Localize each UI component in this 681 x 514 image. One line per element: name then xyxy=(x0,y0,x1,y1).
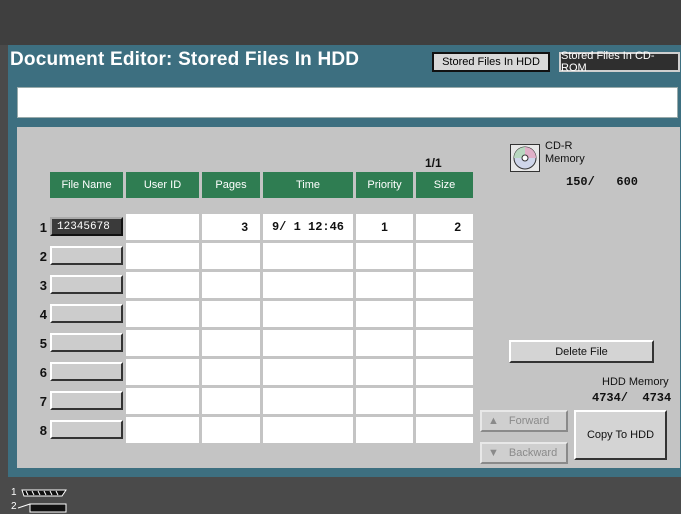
time-cell xyxy=(263,272,353,298)
time-cell xyxy=(263,359,353,385)
size-cell xyxy=(416,301,473,327)
user-id-cell xyxy=(126,301,199,327)
column-header-file-name: File Name xyxy=(50,172,123,198)
page-indicator: 1/1 xyxy=(425,156,442,170)
backward-button[interactable]: ▼ Backward xyxy=(480,442,568,464)
cdr-memory-label: CD-R Memory xyxy=(545,140,585,166)
pages-cell xyxy=(202,330,260,356)
user-id-cell xyxy=(126,243,199,269)
table-row[interactable]: 1 12345678 3 9/ 1 12:46 1 2 xyxy=(0,214,681,241)
user-id-cell xyxy=(126,272,199,298)
cdr-memory-value: 150/ 600 xyxy=(566,175,639,189)
column-header-size: Size xyxy=(416,172,473,198)
pages-cell xyxy=(202,359,260,385)
file-name-button[interactable] xyxy=(50,391,123,410)
column-header-user-id: User ID xyxy=(126,172,199,198)
table-row[interactable]: 6 xyxy=(0,359,681,386)
row-number: 3 xyxy=(39,278,47,293)
user-id-cell xyxy=(126,330,199,356)
backward-label: Backward xyxy=(508,447,558,459)
memory-label: Memory xyxy=(545,153,585,165)
user-id-cell xyxy=(126,388,199,414)
column-header-priority: Priority xyxy=(356,172,413,198)
down-arrow-icon: ▼ xyxy=(488,447,499,459)
size-cell xyxy=(416,359,473,385)
pages-cell xyxy=(202,417,260,443)
time-cell xyxy=(263,301,353,327)
user-id-cell xyxy=(126,417,199,443)
priority-cell xyxy=(356,301,413,327)
cdr-label: CD-R xyxy=(545,140,573,152)
row-number: 8 xyxy=(39,423,47,438)
file-name-button[interactable] xyxy=(50,420,123,439)
size-cell: 2 xyxy=(416,214,473,240)
page-title: Document Editor: Stored Files In HDD xyxy=(10,49,360,70)
priority-cell xyxy=(356,388,413,414)
message-bar xyxy=(17,87,678,118)
file-name-button[interactable]: 12345678 xyxy=(50,217,123,236)
column-header-time: Time xyxy=(263,172,353,198)
file-name-button[interactable] xyxy=(50,362,123,381)
size-cell xyxy=(416,388,473,414)
time-cell xyxy=(263,243,353,269)
time-cell: 9/ 1 12:46 xyxy=(263,214,353,240)
file-name-button[interactable] xyxy=(50,304,123,323)
row-number: 7 xyxy=(39,394,47,409)
priority-cell xyxy=(356,359,413,385)
user-id-cell xyxy=(126,359,199,385)
row-number: 6 xyxy=(39,365,47,380)
priority-cell xyxy=(356,417,413,443)
pages-cell xyxy=(202,388,260,414)
size-cell xyxy=(416,243,473,269)
cd-icon xyxy=(510,144,540,172)
table-row[interactable]: 3 xyxy=(0,272,681,299)
priority-cell xyxy=(356,243,413,269)
priority-cell: 1 xyxy=(356,214,413,240)
row-number: 1 xyxy=(39,220,47,235)
forward-button[interactable]: ▲ Forward xyxy=(480,410,568,432)
file-name-button[interactable] xyxy=(50,246,123,265)
hdd-memory-label: HDD Memory xyxy=(602,376,669,388)
time-cell xyxy=(263,330,353,356)
row-number: 2 xyxy=(39,249,47,264)
size-cell xyxy=(416,330,473,356)
size-cell xyxy=(416,417,473,443)
pages-cell xyxy=(202,243,260,269)
file-name-button[interactable] xyxy=(50,333,123,352)
row-number: 5 xyxy=(39,336,47,351)
column-header-pages: Pages xyxy=(202,172,260,198)
row-number: 4 xyxy=(39,307,47,322)
pages-cell: 3 xyxy=(202,214,260,240)
user-id-cell xyxy=(126,214,199,240)
priority-cell xyxy=(356,272,413,298)
priority-cell xyxy=(356,330,413,356)
table-row[interactable]: 4 xyxy=(0,301,681,328)
tray-2-label: 2 xyxy=(11,501,17,512)
hdd-memory-value: 4734/ 4734 xyxy=(592,391,672,405)
file-name-button[interactable] xyxy=(50,275,123,294)
pages-cell xyxy=(202,301,260,327)
paper-tray-icon: 1 2 xyxy=(10,482,72,514)
status-bar xyxy=(0,477,681,514)
table-row[interactable]: 2 xyxy=(0,243,681,270)
forward-label: Forward xyxy=(508,415,550,427)
stored-files-cdrom-tab[interactable]: Stored Files In CD-ROM xyxy=(559,50,680,74)
time-cell xyxy=(263,417,353,443)
delete-file-button[interactable]: Delete File xyxy=(509,340,654,363)
top-band xyxy=(0,0,681,45)
copy-to-hdd-button[interactable]: Copy To HDD xyxy=(574,410,667,460)
size-cell xyxy=(416,272,473,298)
stored-files-hdd-tab[interactable]: Stored Files In HDD xyxy=(432,52,550,72)
up-arrow-icon: ▲ xyxy=(488,415,499,427)
pages-cell xyxy=(202,272,260,298)
time-cell xyxy=(263,388,353,414)
tray-1-label: 1 xyxy=(11,487,17,498)
